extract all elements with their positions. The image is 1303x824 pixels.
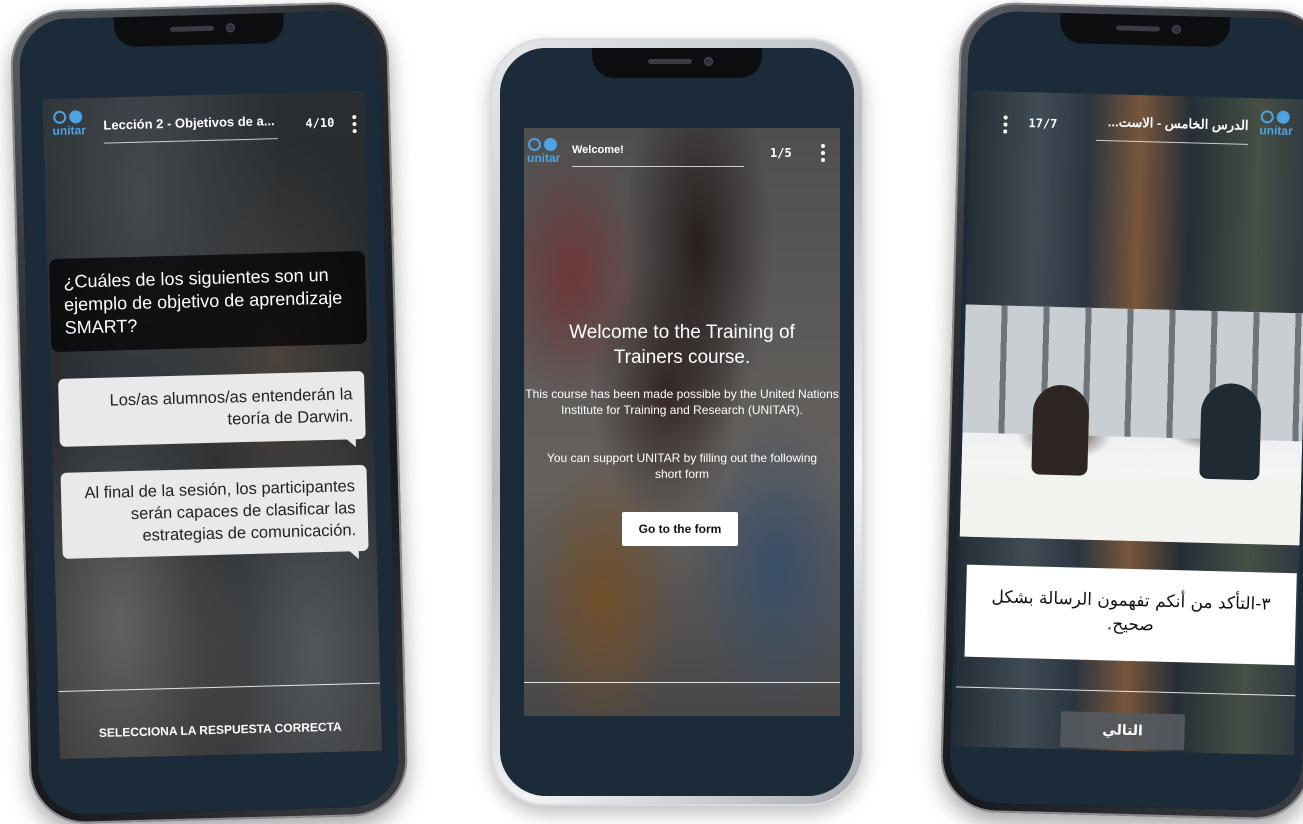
meeting-photo: [959, 304, 1303, 546]
next-button[interactable]: التالي: [1060, 711, 1186, 751]
phone-left-bezel: unitar Lección 2 - Objetivos de a... 4/1…: [18, 10, 400, 816]
phone-left-screen: unitar Lección 2 - Objetivos de a... 4/1…: [42, 90, 382, 760]
menu-kebab-icon[interactable]: [1002, 115, 1008, 134]
progress-counter: 1/5: [770, 146, 792, 160]
phone-middle-bezel: unitar Welcome! 1/5 Welcome to the Train…: [500, 48, 854, 796]
phone-middle-screen: unitar Welcome! 1/5 Welcome to the Train…: [524, 128, 840, 716]
unitar-logo: unitar: [1259, 110, 1295, 145]
phone-right: 17/7 الدرس الخامس - الاست... unitar ٣-ال…: [939, 1, 1303, 821]
title-underline: [572, 166, 744, 167]
question-text: ¿Cuáles de los siguientes son un ejemplo…: [48, 250, 368, 353]
menu-kebab-icon[interactable]: [820, 144, 826, 162]
lesson-title: Welcome!: [572, 144, 624, 156]
phone-right-bezel: 17/7 الدرس الخامس - الاست... unitar ٣-ال…: [948, 10, 1303, 812]
answer-option-2[interactable]: Al final de la sesión, los participantes…: [60, 464, 369, 559]
intro-paragraph: This course has been made possible by th…: [525, 387, 839, 417]
phone-notch: [113, 12, 285, 48]
phone-left: unitar Lección 2 - Objetivos de a... 4/1…: [9, 1, 409, 824]
phone-middle: unitar Welcome! 1/5 Welcome to the Train…: [490, 38, 864, 806]
phone-notch: [592, 48, 762, 78]
unitar-logo: unitar: [527, 138, 562, 172]
phone-notch: [1059, 12, 1231, 48]
welcome-heading: Welcome to the Training of Trainers cour…: [569, 322, 795, 368]
progress-counter: 17/7: [1028, 116, 1058, 131]
footer-divider: [524, 682, 840, 683]
lesson-caption: ٣-التأكد من أنكم تفهمون الرسالة بشكل صحي…: [991, 587, 1271, 636]
unitar-logo: unitar: [52, 110, 88, 145]
support-paragraph: You can support UNITAR by filling out th…: [546, 451, 818, 481]
phone-right-screen: 17/7 الدرس الخامس - الاست... unitar ٣-ال…: [954, 90, 1303, 756]
answer-option-1[interactable]: Los/as alumnos/as entenderán la teoría d…: [58, 370, 366, 447]
menu-kebab-icon[interactable]: [351, 115, 357, 134]
go-to-form-button[interactable]: Go to the form: [622, 512, 738, 546]
progress-counter: 4/10: [305, 115, 335, 131]
